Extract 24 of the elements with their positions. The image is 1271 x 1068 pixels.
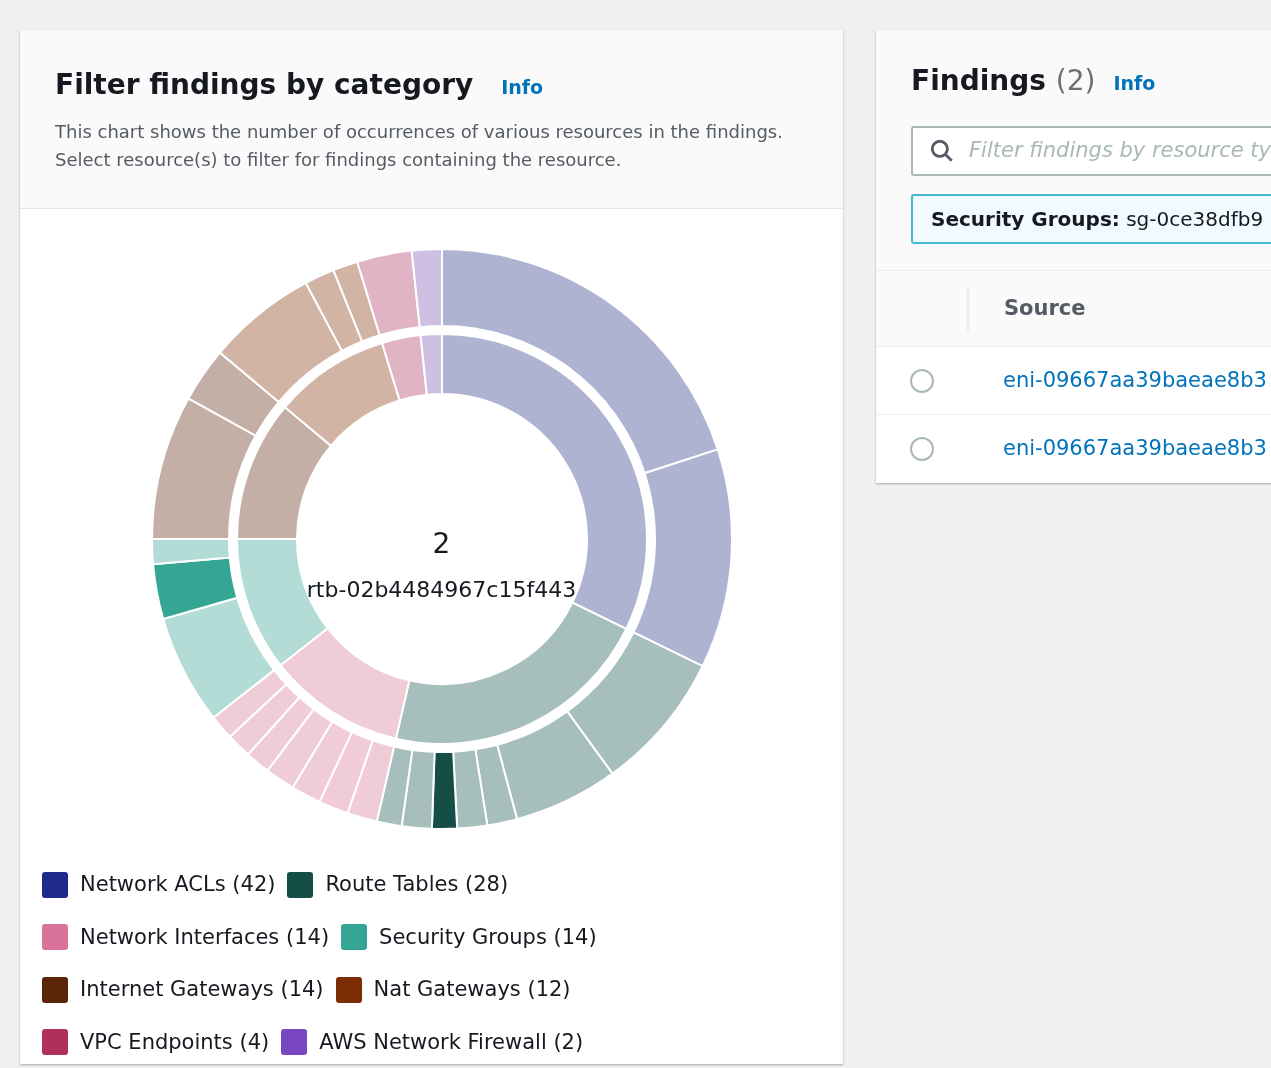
legend-label[interactable]: Internet Gateways (14) [80,974,324,1006]
legend-label[interactable]: AWS Network Firewall (2) [319,1026,584,1058]
radio-button[interactable] [910,436,934,461]
legend-label[interactable]: Nat Gateways (12) [373,974,571,1006]
legend-label[interactable]: VPC Endpoints (4) [80,1026,270,1058]
panel-description: This chart shows the number of occurrences of various resources in the findings. Select resource(s) to filter for findings containing the resource. [55,120,784,172]
legend-label[interactable]: Network ACLs (42) [80,869,276,901]
filter-token[interactable]: Security Groups: sg-0ce38dfb9 [911,194,1271,244]
panel-title: Filter findings by category [55,67,474,103]
legend-label[interactable]: Route Tables (28) [325,869,509,901]
info-link[interactable]: Info [501,73,544,102]
source-link[interactable]: eni-09667aa39baeae8b3 [1003,432,1267,465]
info-link[interactable]: Info [1113,69,1156,98]
column-header[interactable]: Source [1004,292,1086,325]
sunburst-drawing[interactable] [150,248,732,830]
source-link[interactable]: eni-09667aa39baeae8b3 [1003,364,1267,397]
center-label: rtb-02b4484967c15f443 [306,575,577,604]
legend-label[interactable]: Network Interfaces (14) [80,921,330,953]
center-value: 2 [432,525,451,562]
panel-title: Findings (2) [911,63,1096,99]
radio-button[interactable] [910,368,934,393]
search-field[interactable]: Filter findings by resource ty [911,126,1271,176]
search-icon [929,138,955,164]
legend-label[interactable]: Security Groups (14) [379,921,597,953]
